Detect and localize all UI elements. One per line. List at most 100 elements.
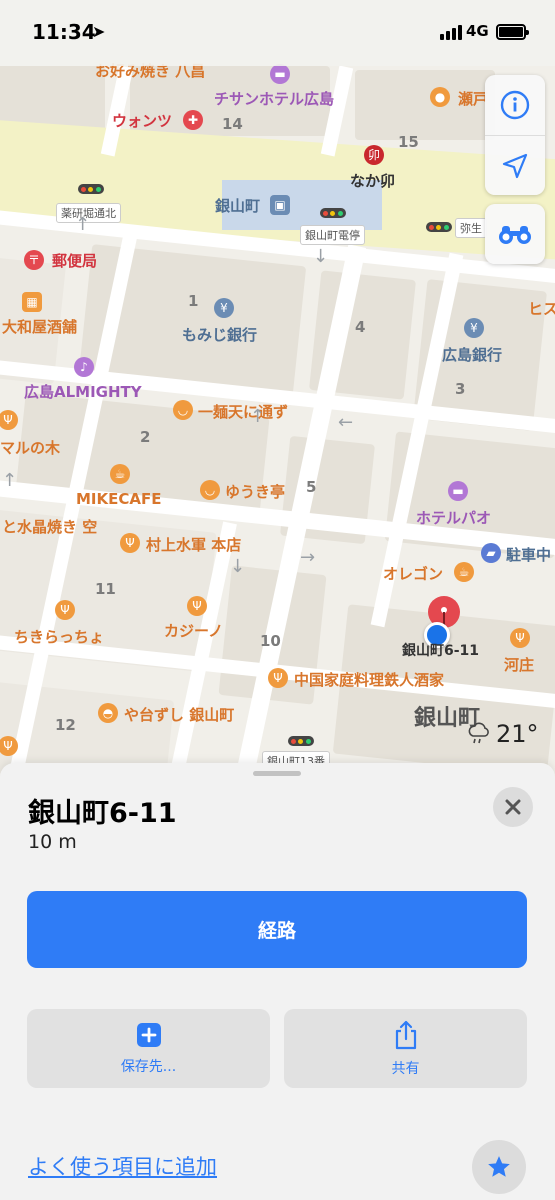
location-arrow-icon <box>502 153 528 178</box>
share-label: 共有 <box>391 1060 420 1077</box>
status-time: 11:34 <box>32 20 96 44</box>
network-type: 4G <box>466 22 489 40</box>
poi-label-kajino[interactable]: カジーノ <box>164 620 223 641</box>
restaurant-icon: Ψ <box>510 628 530 648</box>
add-to-favorites-link[interactable]: よく使う項目に追加 <box>28 1151 217 1181</box>
block-number: 1 <box>188 292 199 310</box>
share-button[interactable]: 共有 <box>284 1009 527 1088</box>
train-icon: ▣ <box>270 195 290 215</box>
poi-label-almighty[interactable]: 広島ALMIGHTY <box>24 381 142 402</box>
poi-label-yadaizushi[interactable]: や台ずし 銀山町 <box>124 704 234 725</box>
map-controls <box>485 75 545 195</box>
battery-icon <box>496 24 529 40</box>
block-number: 3 <box>455 380 466 398</box>
block-number: 4 <box>355 318 366 336</box>
poi-label-hotel-pao[interactable]: ホテルパオ <box>416 507 491 528</box>
poi-label-ukitei[interactable]: ゆうき亭 <box>225 481 285 502</box>
bank-icon: ¥ <box>464 318 484 338</box>
restaurant-icon: Ψ <box>120 533 140 553</box>
poi-label-hisu[interactable]: ヒス <box>528 298 555 319</box>
hotel-icon: ▬ <box>270 64 290 84</box>
shop-icon: ▦ <box>22 292 42 312</box>
poi-label-setouchi[interactable]: 瀬戸 <box>458 88 488 109</box>
poi-label-kawasho[interactable]: 河庄 <box>504 654 534 675</box>
restaurant-icon: 卯 <box>364 145 384 165</box>
block-number: 2 <box>140 428 151 446</box>
track-location-button[interactable] <box>485 135 545 195</box>
cafe-icon: ☕ <box>454 562 474 582</box>
place-card: 銀山町6-11 10 m 経路 保存先... 共有 よく使う項目に追加 <box>0 763 555 1200</box>
cloud-rain-icon <box>468 722 489 744</box>
poi-label-chinese[interactable]: 中国家庭料理鉄人酒家 <box>294 669 444 690</box>
map-view[interactable]: お好み焼き 八昌 ▬ チサンホテル広島 ● 瀬戸 ウォンツ ✚ 14 15 卯 … <box>0 0 555 780</box>
traffic-signal-icon <box>78 184 104 194</box>
info-icon <box>500 90 530 120</box>
poi-label-parking[interactable]: 駐車中 <box>506 544 551 565</box>
poi-label-post-office[interactable]: 郵便局 <box>52 250 97 271</box>
block-number: 5 <box>306 478 317 496</box>
pharmacy-icon: ✚ <box>183 110 203 130</box>
info-button[interactable] <box>485 75 545 135</box>
tram-stop-label: 銀山町電停 <box>300 225 365 245</box>
block-number: 14 <box>222 115 243 133</box>
pin-label: 銀山町6-11 <box>402 643 480 659</box>
favorite-star-button[interactable] <box>472 1140 526 1194</box>
music-icon: ♪ <box>74 357 94 377</box>
pharmacy-icon: ● <box>430 87 450 107</box>
save-to-label: 保存先... <box>120 1058 177 1075</box>
poi-label-chikiraccho[interactable]: ちきらっちょ <box>14 626 104 647</box>
poi-label-oregon[interactable]: オレゴン <box>383 563 443 584</box>
share-icon <box>395 1020 416 1049</box>
post-office-icon: 〒 <box>24 250 44 270</box>
bank-icon: ¥ <box>214 298 234 318</box>
poi-label-chisun[interactable]: チサンホテル広島 <box>214 88 334 109</box>
poi-label-momiji-bank[interactable]: もみじ銀行 <box>182 324 257 345</box>
place-title: 銀山町6-11 <box>28 798 177 829</box>
poi-label-mikecafe[interactable]: MIKECAFE <box>76 490 162 508</box>
one-way-arrow-icon: ↑ <box>75 214 91 235</box>
one-way-arrow-icon: ↑ <box>250 406 266 427</box>
sushi-icon: ◓ <box>98 703 118 723</box>
restaurant-icon: ◡ <box>173 400 193 420</box>
hotel-icon: ▬ <box>448 481 468 501</box>
one-way-arrow-icon: ↓ <box>230 556 246 577</box>
sheet-grabber[interactable] <box>253 771 301 776</box>
traffic-signal-icon <box>288 736 314 746</box>
restaurant-icon: Ψ <box>268 668 288 688</box>
station-label[interactable]: 銀山町 <box>215 195 260 216</box>
location-services-icon: ➤ <box>92 22 106 41</box>
restaurant-icon: Ψ <box>55 600 75 620</box>
poi-label-nakau[interactable]: なか卯 <box>350 170 395 191</box>
plus-square-icon <box>136 1022 161 1047</box>
one-way-arrow-icon: → <box>300 547 316 568</box>
poi-label-suisho[interactable]: と水晶焼き 空 <box>2 516 97 537</box>
cellular-signal-icon <box>440 25 462 40</box>
intersection-label: 弥生 <box>455 218 487 238</box>
restaurant-icon: ◡ <box>200 480 220 500</box>
look-around-button[interactable] <box>485 204 545 264</box>
traffic-signal-icon <box>320 208 346 218</box>
poi-label-ichimen[interactable]: 一麺天に通ず <box>198 401 288 422</box>
place-distance: 10 m <box>28 831 77 853</box>
restaurant-icon: Ψ <box>0 410 18 430</box>
directions-button[interactable]: 経路 <box>27 891 527 968</box>
one-way-arrow-icon: ↓ <box>313 246 329 267</box>
poi-label-murakami[interactable]: 村上水軍 本店 <box>146 534 241 555</box>
poi-label-hiroshima-bank[interactable]: 広島銀行 <box>442 344 502 365</box>
poi-label-wontsu[interactable]: ウォンツ <box>112 110 172 131</box>
poi-label-marunoki[interactable]: マルの木 <box>0 437 60 458</box>
temperature: 21° <box>496 720 539 748</box>
status-bar: 11:34 ➤ 4G <box>0 0 555 66</box>
block-number: 15 <box>398 133 419 151</box>
close-button[interactable] <box>493 787 533 827</box>
block-number: 10 <box>260 632 281 650</box>
parking-icon: ▰ <box>481 543 501 563</box>
restaurant-icon: Ψ <box>187 596 207 616</box>
star-icon <box>488 1156 510 1177</box>
poi-label-yamato[interactable]: 大和屋酒舗 <box>2 316 77 337</box>
weather-badge: 21° <box>466 720 539 748</box>
binoculars-icon <box>499 226 531 244</box>
look-around-control <box>485 204 545 264</box>
save-to-button[interactable]: 保存先... <box>27 1009 270 1088</box>
one-way-arrow-icon: ↑ <box>2 470 18 491</box>
